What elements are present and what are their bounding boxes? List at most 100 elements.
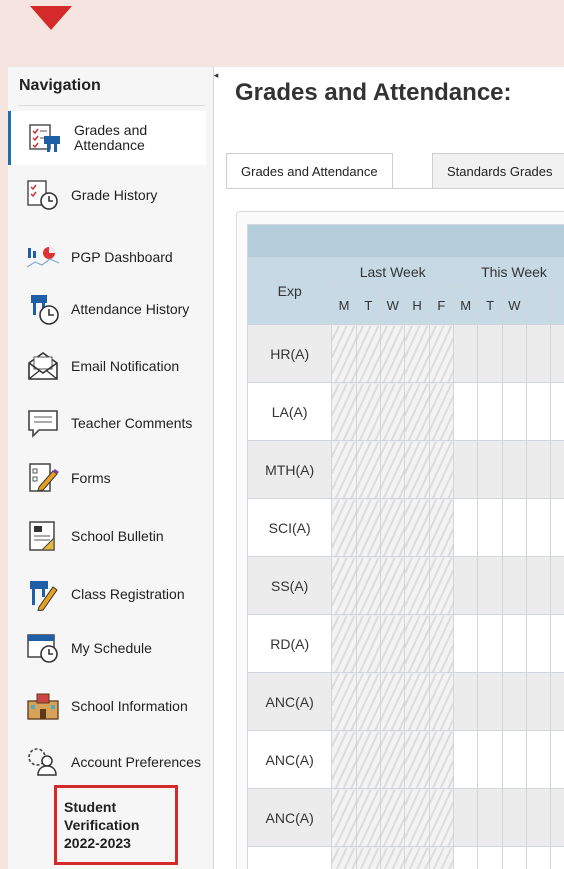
- current-day-cell: [477, 788, 503, 847]
- day-header: [550, 286, 564, 325]
- past-day-cell: [404, 846, 430, 869]
- day-header: M: [453, 286, 479, 325]
- sidebar-item-class-registration[interactable]: Class Registration: [8, 567, 206, 621]
- past-day-cell: [428, 382, 455, 441]
- past-day-cell: [379, 846, 406, 869]
- tab-underline: [226, 188, 564, 189]
- course-code-cell[interactable]: ANC(A): [246, 672, 333, 731]
- sidebar-item-account-preferences[interactable]: Account Preferences: [8, 735, 206, 789]
- sidebar-item-school-bulletin[interactable]: School Bulletin: [8, 509, 206, 563]
- current-day-cell: [477, 556, 503, 615]
- current-day-cell: [477, 382, 503, 441]
- page-title: Grades and Attendance:: [235, 79, 512, 106]
- sidebar-item-school-information[interactable]: School Information: [8, 679, 206, 733]
- past-day-cell: [379, 614, 406, 673]
- sidebar-item-label: Email Notification: [71, 357, 180, 374]
- school-building-icon: [24, 689, 62, 723]
- nav-divider: [18, 105, 205, 106]
- past-day-cell: [404, 672, 430, 731]
- current-day-cell: [550, 672, 564, 731]
- past-day-cell: [355, 672, 381, 731]
- tab-standards-grades[interactable]: Standards Grades: [432, 153, 564, 189]
- current-day-cell: [453, 440, 479, 499]
- past-day-cell: [379, 730, 406, 789]
- past-day-cell: [404, 498, 430, 557]
- current-day-cell: [550, 788, 564, 847]
- current-day-cell: [501, 498, 528, 557]
- day-header: T: [477, 286, 503, 325]
- sidebar-item-label: Forms: [71, 469, 111, 486]
- attendance-history-icon: [24, 292, 62, 326]
- past-day-cell: [428, 730, 455, 789]
- past-day-cell: [404, 556, 430, 615]
- grades-panel: Exp Last Week This Week M T W H F M T W …: [236, 211, 564, 869]
- past-day-cell: [379, 498, 406, 557]
- course-code-cell[interactable]: HR(A): [246, 324, 333, 383]
- course-code-cell[interactable]: ANC(A): [246, 730, 333, 789]
- past-day-cell: [331, 440, 357, 499]
- current-day-cell: [550, 614, 564, 673]
- table-row: ANC(A): [246, 788, 564, 847]
- sidebar-item-my-schedule[interactable]: My Schedule: [8, 621, 206, 675]
- current-day-cell: [453, 382, 479, 441]
- verification-line: Verification: [64, 817, 140, 833]
- verification-line: 2022-2023: [64, 835, 131, 851]
- past-day-cell: [379, 440, 406, 499]
- collapse-sidebar-icon[interactable]: ◂: [211, 67, 221, 83]
- class-registration-icon: [24, 577, 62, 611]
- day-header: F: [428, 286, 455, 325]
- past-day-cell: [355, 788, 381, 847]
- past-day-cell: [355, 324, 381, 383]
- current-day-cell: [501, 324, 528, 383]
- table-row: SS(A): [246, 556, 564, 615]
- sidebar-item-attendance-history[interactable]: Attendance History: [8, 282, 206, 336]
- day-header: H: [404, 286, 430, 325]
- current-day-cell: [526, 788, 552, 847]
- past-day-cell: [355, 556, 381, 615]
- student-verification-link[interactable]: Student Verification 2022-2023: [54, 785, 178, 865]
- sidebar-item-label: School Bulletin: [71, 527, 164, 544]
- sidebar-item-forms[interactable]: Forms: [8, 451, 206, 505]
- verification-line: Student: [64, 799, 117, 815]
- sidebar-item-grades-attendance[interactable]: Grades and Attendance: [8, 111, 206, 165]
- past-day-cell: [331, 556, 357, 615]
- sidebar-item-teacher-comments[interactable]: Teacher Comments: [8, 396, 206, 450]
- current-day-cell: [501, 382, 528, 441]
- day-header: T: [355, 286, 381, 325]
- current-day-cell: [526, 846, 552, 869]
- current-day-cell: [501, 730, 528, 789]
- sidebar-item-pgp-dashboard[interactable]: PGP Dashboard: [8, 230, 206, 284]
- current-day-cell: [526, 382, 552, 441]
- current-day-cell: [550, 730, 564, 789]
- current-day-cell: [453, 846, 479, 869]
- sidebar-item-grade-history[interactable]: Grade History: [8, 168, 206, 222]
- past-day-cell: [331, 730, 357, 789]
- course-code-cell[interactable]: LA(A): [246, 382, 333, 441]
- course-code-cell[interactable]: SS(A): [246, 556, 333, 615]
- current-day-cell: [526, 730, 552, 789]
- past-day-cell: [331, 672, 357, 731]
- past-day-cell: [355, 730, 381, 789]
- app-frame: Navigation Grades and Attendance Grade H…: [8, 67, 564, 869]
- sidebar-item-label: Grade History: [71, 186, 158, 203]
- course-code-cell[interactable]: SCI(A): [246, 498, 333, 557]
- nav-title: Navigation: [19, 77, 101, 94]
- course-code-cell[interactable]: MTH(A): [246, 440, 333, 499]
- day-header: W: [501, 286, 528, 325]
- current-day-cell: [453, 556, 479, 615]
- past-day-cell: [331, 324, 357, 383]
- past-day-cell: [428, 614, 455, 673]
- past-day-cell: [355, 440, 381, 499]
- past-day-cell: [404, 614, 430, 673]
- current-day-cell: [526, 556, 552, 615]
- past-day-cell: [331, 788, 357, 847]
- sidebar-item-label: Class Registration: [71, 585, 185, 602]
- grid-band: [247, 224, 564, 258]
- course-code-cell[interactable]: [246, 846, 333, 869]
- course-code-cell[interactable]: ANC(A): [246, 788, 333, 847]
- sidebar-item-email-notification[interactable]: Email Notification: [8, 339, 206, 393]
- tab-grades-and-attendance[interactable]: Grades and Attendance: [226, 153, 393, 189]
- table-row: ANC(A): [246, 730, 564, 789]
- course-code-cell[interactable]: RD(A): [246, 614, 333, 673]
- current-day-cell: [453, 614, 479, 673]
